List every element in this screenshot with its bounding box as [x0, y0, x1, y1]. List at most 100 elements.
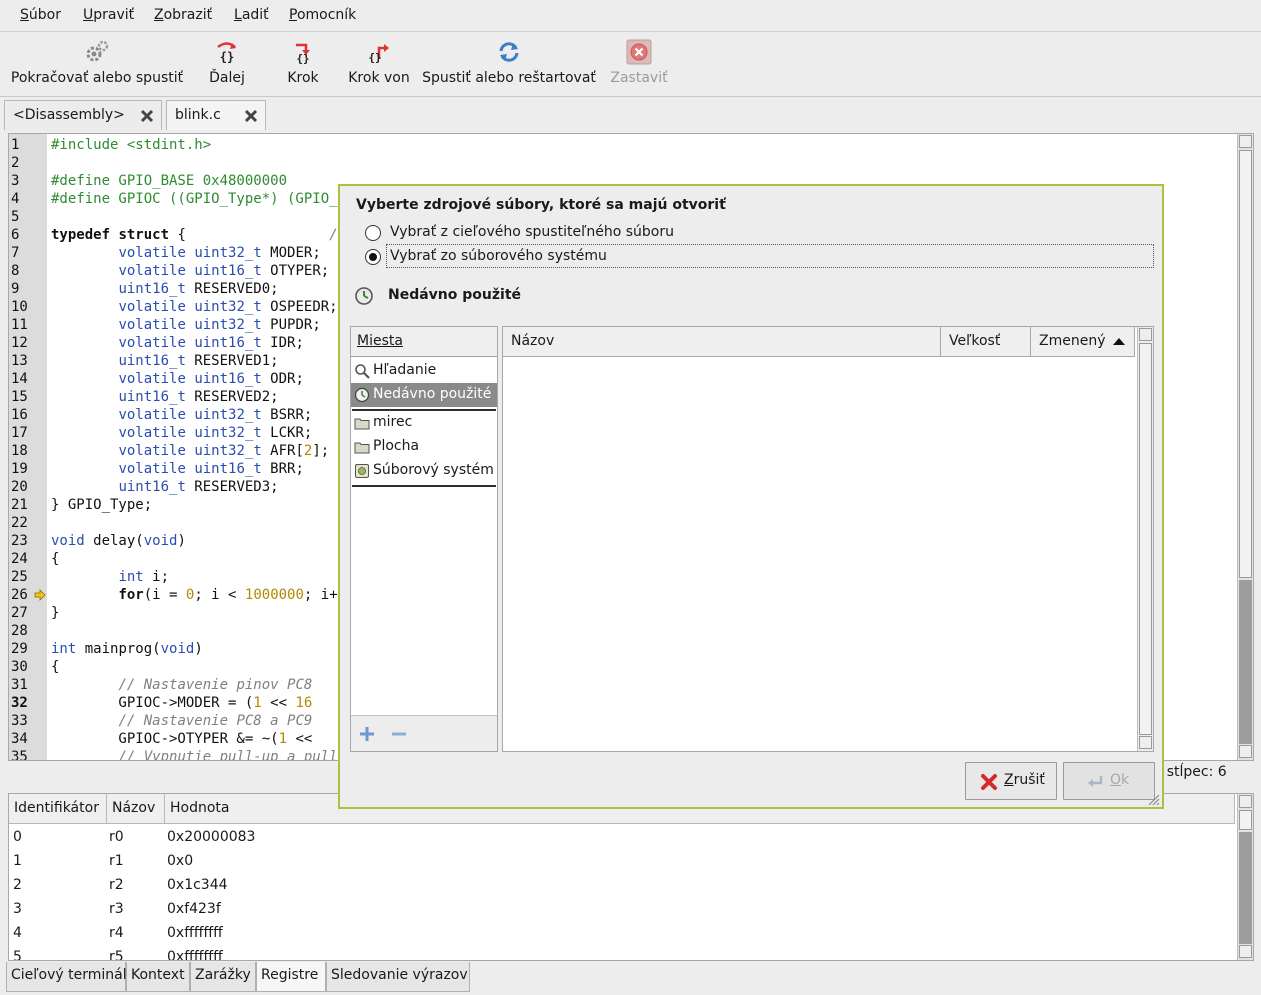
line-number[interactable]: 18	[11, 442, 35, 460]
resize-grip-icon[interactable]	[1146, 792, 1160, 806]
line-number[interactable]: 6	[11, 226, 35, 244]
step-button[interactable]: {} Krok	[276, 33, 330, 95]
line-number[interactable]: 26	[11, 586, 35, 604]
scroll-up-button[interactable]	[1239, 135, 1252, 148]
tab-context[interactable]: Kontext	[126, 962, 190, 992]
line-number[interactable]: 8	[11, 262, 35, 280]
line-number[interactable]: 35	[11, 748, 35, 760]
line-number[interactable]: 27	[11, 604, 35, 622]
menu-debug[interactable]: Ladiť	[234, 7, 269, 23]
line-number[interactable]: 29	[11, 640, 35, 658]
line-number[interactable]: 12	[11, 334, 35, 352]
scroll-thumb[interactable]	[1139, 343, 1152, 735]
ok-button[interactable]: Ok	[1063, 762, 1155, 800]
stop-button[interactable]: Zastaviť	[608, 33, 670, 95]
tab-target-terminal[interactable]: Cieľový terminál	[6, 962, 127, 992]
add-bookmark-button[interactable]	[357, 724, 377, 744]
line-number[interactable]: 11	[11, 316, 35, 334]
line-number[interactable]: 19	[11, 460, 35, 478]
scroll-down-button[interactable]	[1239, 945, 1252, 958]
radio-from-filesystem[interactable]	[365, 249, 381, 265]
line-number[interactable]: 21	[11, 496, 35, 514]
code-line: volatile uint32_t AFR[2];	[118, 443, 330, 459]
tab-blink-c[interactable]: blink.c	[166, 100, 266, 130]
scroll-track[interactable]	[1239, 580, 1252, 744]
line-number[interactable]: 4	[11, 190, 35, 208]
line-number[interactable]: 7	[11, 244, 35, 262]
column-header-file-name[interactable]: Názov	[503, 327, 941, 357]
svg-text:{}: {}	[368, 51, 381, 64]
line-number[interactable]: 30	[11, 658, 35, 676]
step-out-icon: {}	[368, 44, 389, 64]
column-header-modified[interactable]: Zmenený	[1031, 327, 1135, 357]
line-number[interactable]: 3	[11, 172, 35, 190]
line-number[interactable]: 10	[11, 298, 35, 316]
line-number[interactable]: 33	[11, 712, 35, 730]
register-value[interactable]: 0xf423f	[167, 901, 221, 917]
register-value[interactable]: 0x0	[167, 853, 193, 869]
tab-watch-expressions[interactable]: Sledovanie výrazov	[326, 962, 470, 992]
step-out-button[interactable]: {} Krok von	[344, 33, 414, 95]
places-header[interactable]: Miesta	[351, 327, 497, 357]
radio-from-target-label[interactable]: Vybrať z cieľového spustiteľného súboru	[390, 224, 674, 240]
place-desktop[interactable]: Plocha	[351, 435, 497, 459]
register-value[interactable]: 0xffffffff	[167, 925, 223, 941]
line-number[interactable]: 1	[11, 136, 35, 154]
line-number[interactable]: 20	[11, 478, 35, 496]
place-filesystem[interactable]: Súborový systém	[351, 459, 497, 483]
place-search[interactable]: Hľadanie	[351, 359, 497, 383]
editor-scrollbar[interactable]	[1237, 134, 1253, 760]
line-number[interactable]: 28	[11, 622, 35, 640]
scroll-up-button[interactable]	[1139, 328, 1152, 341]
radio-from-target[interactable]	[365, 225, 381, 241]
scroll-down-button[interactable]	[1139, 736, 1152, 749]
scroll-down-button[interactable]	[1239, 745, 1252, 758]
scroll-thumb[interactable]	[1239, 810, 1252, 830]
line-number[interactable]: 17	[11, 424, 35, 442]
register-value[interactable]: 0x1c344	[167, 877, 228, 893]
line-number[interactable]: 32	[11, 694, 35, 712]
scroll-up-button[interactable]	[1239, 795, 1252, 808]
line-number[interactable]: 5	[11, 208, 35, 226]
close-icon[interactable]	[139, 108, 155, 124]
line-number[interactable]: 22	[11, 514, 35, 532]
line-number[interactable]: 16	[11, 406, 35, 424]
cancel-button[interactable]: Zrušiť	[965, 762, 1057, 800]
line-number[interactable]: 34	[11, 730, 35, 748]
continue-button[interactable]: Pokračovať alebo spustiť	[8, 33, 186, 95]
line-number[interactable]: 23	[11, 532, 35, 550]
menu-file[interactable]: Súbor	[20, 7, 61, 23]
files-list[interactable]: Názov Veľkosť Zmenený	[502, 326, 1154, 752]
files-scrollbar[interactable]	[1137, 327, 1153, 751]
restart-button[interactable]: Spustiť alebo reštartovať	[422, 33, 596, 95]
column-header-name[interactable]: Názov	[107, 794, 165, 824]
radio-from-filesystem-label[interactable]: Vybrať zo súborového systému	[390, 248, 607, 264]
registers-scrollbar[interactable]	[1237, 794, 1253, 960]
menu-view[interactable]: Zobraziť	[154, 7, 212, 23]
tab-disassembly[interactable]: <Disassembly>	[4, 100, 162, 130]
tab-breakpoints[interactable]: Zarážky	[190, 962, 256, 992]
tab-registers[interactable]: Registre	[256, 962, 326, 992]
line-number[interactable]: 9	[11, 280, 35, 298]
register-value[interactable]: 0xffffffff	[167, 949, 223, 960]
register-value[interactable]: 0x20000083	[167, 829, 255, 845]
line-number[interactable]: 25	[11, 568, 35, 586]
close-icon[interactable]	[243, 108, 259, 124]
place-recent[interactable]: Nedávno použité	[351, 383, 497, 407]
line-number[interactable]: 2	[11, 154, 35, 172]
line-number[interactable]: 24	[11, 550, 35, 568]
places-footer	[351, 715, 497, 751]
column-header-id[interactable]: Identifikátor	[9, 794, 107, 824]
remove-bookmark-button[interactable]	[389, 724, 409, 744]
menu-edit[interactable]: Upraviť	[83, 7, 134, 23]
line-number[interactable]: 31	[11, 676, 35, 694]
line-number[interactable]: 13	[11, 352, 35, 370]
next-button[interactable]: {} Ďalej	[200, 33, 254, 95]
scroll-track[interactable]	[1239, 832, 1252, 944]
scroll-thumb[interactable]	[1239, 150, 1252, 578]
column-header-size[interactable]: Veľkosť	[941, 327, 1031, 357]
menu-help[interactable]: Pomocník	[289, 7, 356, 23]
line-number[interactable]: 15	[11, 388, 35, 406]
line-number[interactable]: 14	[11, 370, 35, 388]
place-home[interactable]: mirec	[351, 411, 497, 435]
